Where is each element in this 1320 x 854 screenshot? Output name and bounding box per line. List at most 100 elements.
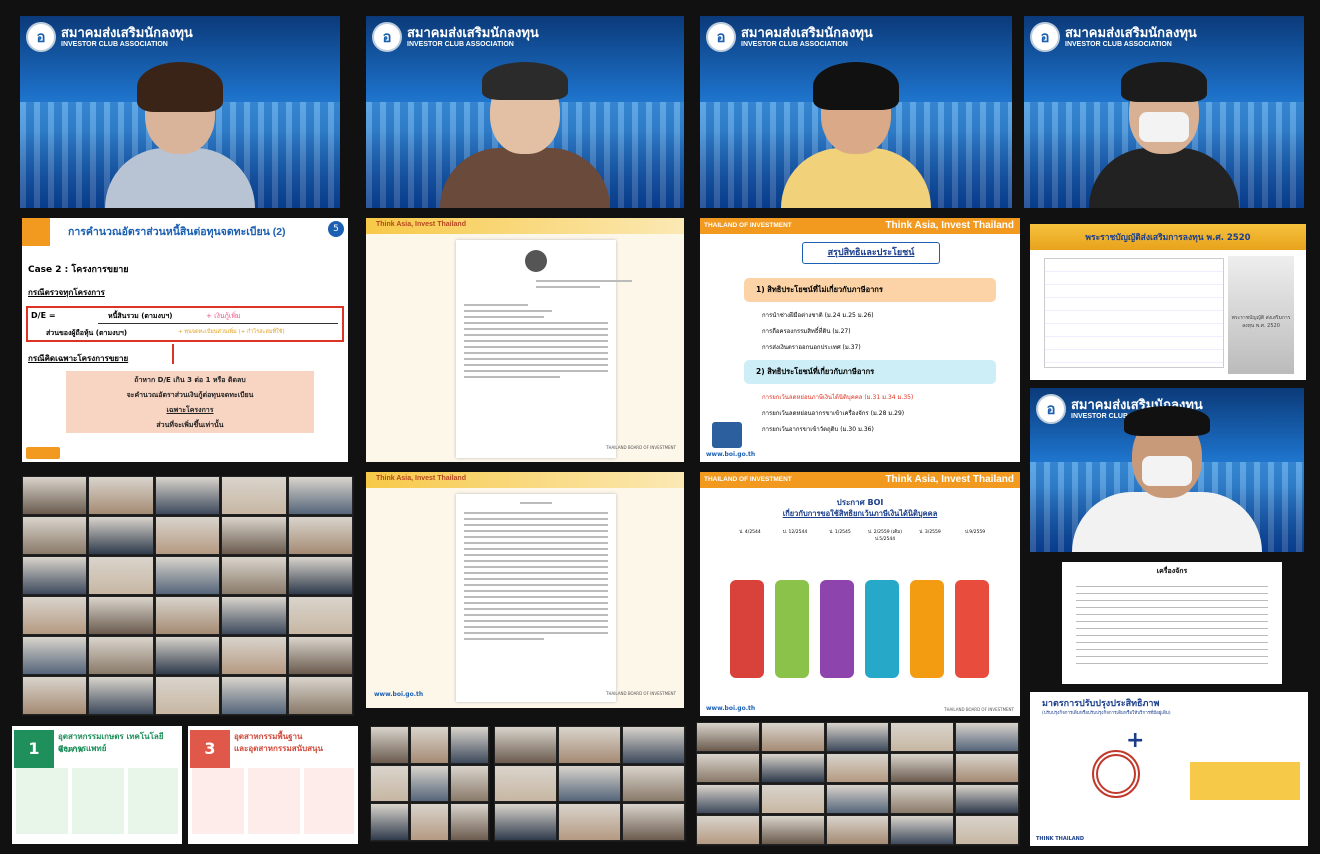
participant-thumbnail[interactable] <box>955 722 1019 752</box>
participant-thumbnail[interactable] <box>88 676 154 715</box>
participant-thumbnail[interactable] <box>760 815 825 845</box>
participant-thumbnail[interactable] <box>558 764 621 803</box>
participant-thumbnail[interactable] <box>760 784 825 814</box>
participant-thumbnail[interactable] <box>825 722 890 752</box>
tag-text: THAILAND OF INVESTMENT <box>704 222 792 229</box>
participant-thumbnail[interactable] <box>22 676 88 715</box>
participant-thumbnail[interactable] <box>22 516 88 555</box>
participant-thumbnail[interactable] <box>22 556 88 595</box>
participant-gallery-3[interactable] <box>494 726 686 842</box>
participant-gallery-2[interactable] <box>370 726 490 842</box>
participant-thumbnail[interactable] <box>558 726 621 764</box>
participant-thumbnail[interactable] <box>450 726 489 764</box>
participant-thumbnail[interactable] <box>955 753 1019 783</box>
participant-thumbnail[interactable] <box>450 803 489 841</box>
participant-thumbnail[interactable] <box>221 516 287 555</box>
slide-investment-act[interactable]: พระราชบัญญัติส่งเสริมการลงทุน พ.ศ. 2520 … <box>1030 224 1306 380</box>
participant-thumbnail[interactable] <box>370 764 409 803</box>
participant-gallery-4[interactable] <box>696 722 1020 846</box>
video-tile-speaker-4[interactable]: อสมาคมส่งเสริมนักลงทุน INVESTOR CLUB ASSO… <box>1030 388 1304 552</box>
thailand-boi-logo <box>26 447 60 459</box>
participant-thumbnail[interactable] <box>890 815 955 845</box>
video-tile-speaker-1[interactable]: อสมาคมส่งเสริมนักลงทุน INVESTOR CLUB ASSO… <box>366 16 684 208</box>
participant-thumbnail[interactable] <box>221 636 287 675</box>
slide-boi-announcements[interactable]: THAILAND OF INVESTMENT Think Asia, Inves… <box>700 472 1020 716</box>
participant-thumbnail[interactable] <box>622 764 685 803</box>
slide-title: การคำนวณอัตราส่วนหนี้สินต่อทุนจดทะเบียน … <box>68 226 286 238</box>
slide-subtitle: (ปรับปรุงกิจการเดิมหรือปรับปรุงกิจการเดิ… <box>1042 711 1171 716</box>
slide-de-ratio[interactable]: การคำนวณอัตราส่วนหนี้สินต่อทุนจดทะเบียน … <box>22 218 348 462</box>
slide-document-2[interactable]: Think Asia, Invest Thailand www.boi.go.t… <box>366 472 684 708</box>
video-tile-host[interactable]: อสมาคมส่งเสริมนักลงทุน INVESTOR CLUB ASSO… <box>20 16 340 208</box>
participant-thumbnail[interactable] <box>622 726 685 764</box>
url-text: www.boi.go.th <box>706 705 756 712</box>
participant-thumbnail[interactable] <box>154 676 221 715</box>
participant-thumbnail[interactable] <box>494 726 557 764</box>
participant-thumbnail[interactable] <box>890 753 955 783</box>
participant-thumbnail[interactable] <box>221 676 287 715</box>
participant-thumbnail[interactable] <box>88 476 154 515</box>
slide-corner-accent <box>22 218 50 246</box>
participant-thumbnail[interactable] <box>88 596 154 635</box>
participant-thumbnail[interactable] <box>494 803 557 841</box>
announcement-label: ป. 2/2559 (เดิม) ป.5/2544 <box>868 530 902 542</box>
participant-thumbnail[interactable] <box>890 784 955 814</box>
participant-thumbnail[interactable] <box>88 636 154 675</box>
participant-thumbnail[interactable] <box>22 596 88 635</box>
participant-thumbnail[interactable] <box>370 726 409 764</box>
participant-thumbnail[interactable] <box>88 516 154 555</box>
slide-industry-agri[interactable]: 1 อุตสาหกรรมเกษตร เทคโนโลยีชีวภาพ และการ… <box>12 726 182 844</box>
participant-thumbnail[interactable] <box>287 556 353 595</box>
participant-thumbnail[interactable] <box>696 753 760 783</box>
participant-thumbnail[interactable] <box>825 815 890 845</box>
participant-gallery-1[interactable] <box>22 476 354 716</box>
participant-thumbnail[interactable] <box>221 556 287 595</box>
participant-thumbnail[interactable] <box>825 784 890 814</box>
announcement-card <box>955 580 989 678</box>
slide-machinery[interactable]: เครื่องจักร <box>1062 562 1282 684</box>
heading-all-projects: กรณีตรวจทุกโครงการ <box>28 288 105 297</box>
participant-thumbnail[interactable] <box>22 476 88 515</box>
participant-thumbnail[interactable] <box>154 476 221 515</box>
participant-thumbnail[interactable] <box>88 556 154 595</box>
participant-thumbnail[interactable] <box>287 516 353 555</box>
participant-thumbnail[interactable] <box>696 815 760 845</box>
participant-thumbnail[interactable] <box>760 753 825 783</box>
participant-thumbnail[interactable] <box>154 556 221 595</box>
participant-thumbnail[interactable] <box>955 815 1019 845</box>
participant-thumbnail[interactable] <box>825 753 890 783</box>
footer-text: THAILAND BOARD OF INVESTMENT <box>606 445 676 450</box>
participant-thumbnail[interactable] <box>558 803 621 841</box>
slide-industry-basic[interactable]: 3 อุตสาหกรรมพื้นฐาน และอุตสาหกรรมสนับสนุ… <box>188 726 358 844</box>
announcement-card <box>865 580 899 678</box>
participant-thumbnail[interactable] <box>287 676 353 715</box>
participant-thumbnail[interactable] <box>154 516 221 555</box>
participant-thumbnail[interactable] <box>696 722 760 752</box>
participant-thumbnail[interactable] <box>154 636 221 675</box>
participant-thumbnail[interactable] <box>410 803 449 841</box>
circle-diagram <box>1092 750 1140 798</box>
participant-thumbnail[interactable] <box>890 722 955 752</box>
participant-thumbnail[interactable] <box>22 636 88 675</box>
participant-thumbnail[interactable] <box>696 784 760 814</box>
bullet-3: การส่งเงินตราออกนอกประเทศ (ม.37) <box>762 344 861 351</box>
slide-efficiency-measures[interactable]: มาตรการปรับปรุงประสิทธิภาพ (ปรับปรุงกิจก… <box>1030 692 1308 846</box>
video-tile-speaker-2[interactable]: อสมาคมส่งเสริมนักลงทุน INVESTOR CLUB ASSO… <box>700 16 1012 208</box>
video-tile-speaker-3[interactable]: อสมาคมส่งเสริมนักลงทุน INVESTOR CLUB ASSO… <box>1024 16 1304 208</box>
participant-thumbnail[interactable] <box>410 764 449 803</box>
participant-thumbnail[interactable] <box>221 596 287 635</box>
slide-privileges-summary[interactable]: THAILAND OF INVESTMENT Think Asia, Inves… <box>700 218 1020 462</box>
participant-thumbnail[interactable] <box>370 803 409 841</box>
participant-thumbnail[interactable] <box>955 784 1019 814</box>
participant-thumbnail[interactable] <box>287 596 353 635</box>
participant-thumbnail[interactable] <box>154 596 221 635</box>
participant-thumbnail[interactable] <box>494 764 557 803</box>
participant-thumbnail[interactable] <box>287 476 353 515</box>
participant-thumbnail[interactable] <box>450 764 489 803</box>
participant-thumbnail[interactable] <box>760 722 825 752</box>
participant-thumbnail[interactable] <box>622 803 685 841</box>
slide-document-1[interactable]: Think Asia, Invest Thailand THAILAND BOA… <box>366 218 684 462</box>
participant-thumbnail[interactable] <box>410 726 449 764</box>
participant-thumbnail[interactable] <box>287 636 353 675</box>
participant-thumbnail[interactable] <box>221 476 287 515</box>
